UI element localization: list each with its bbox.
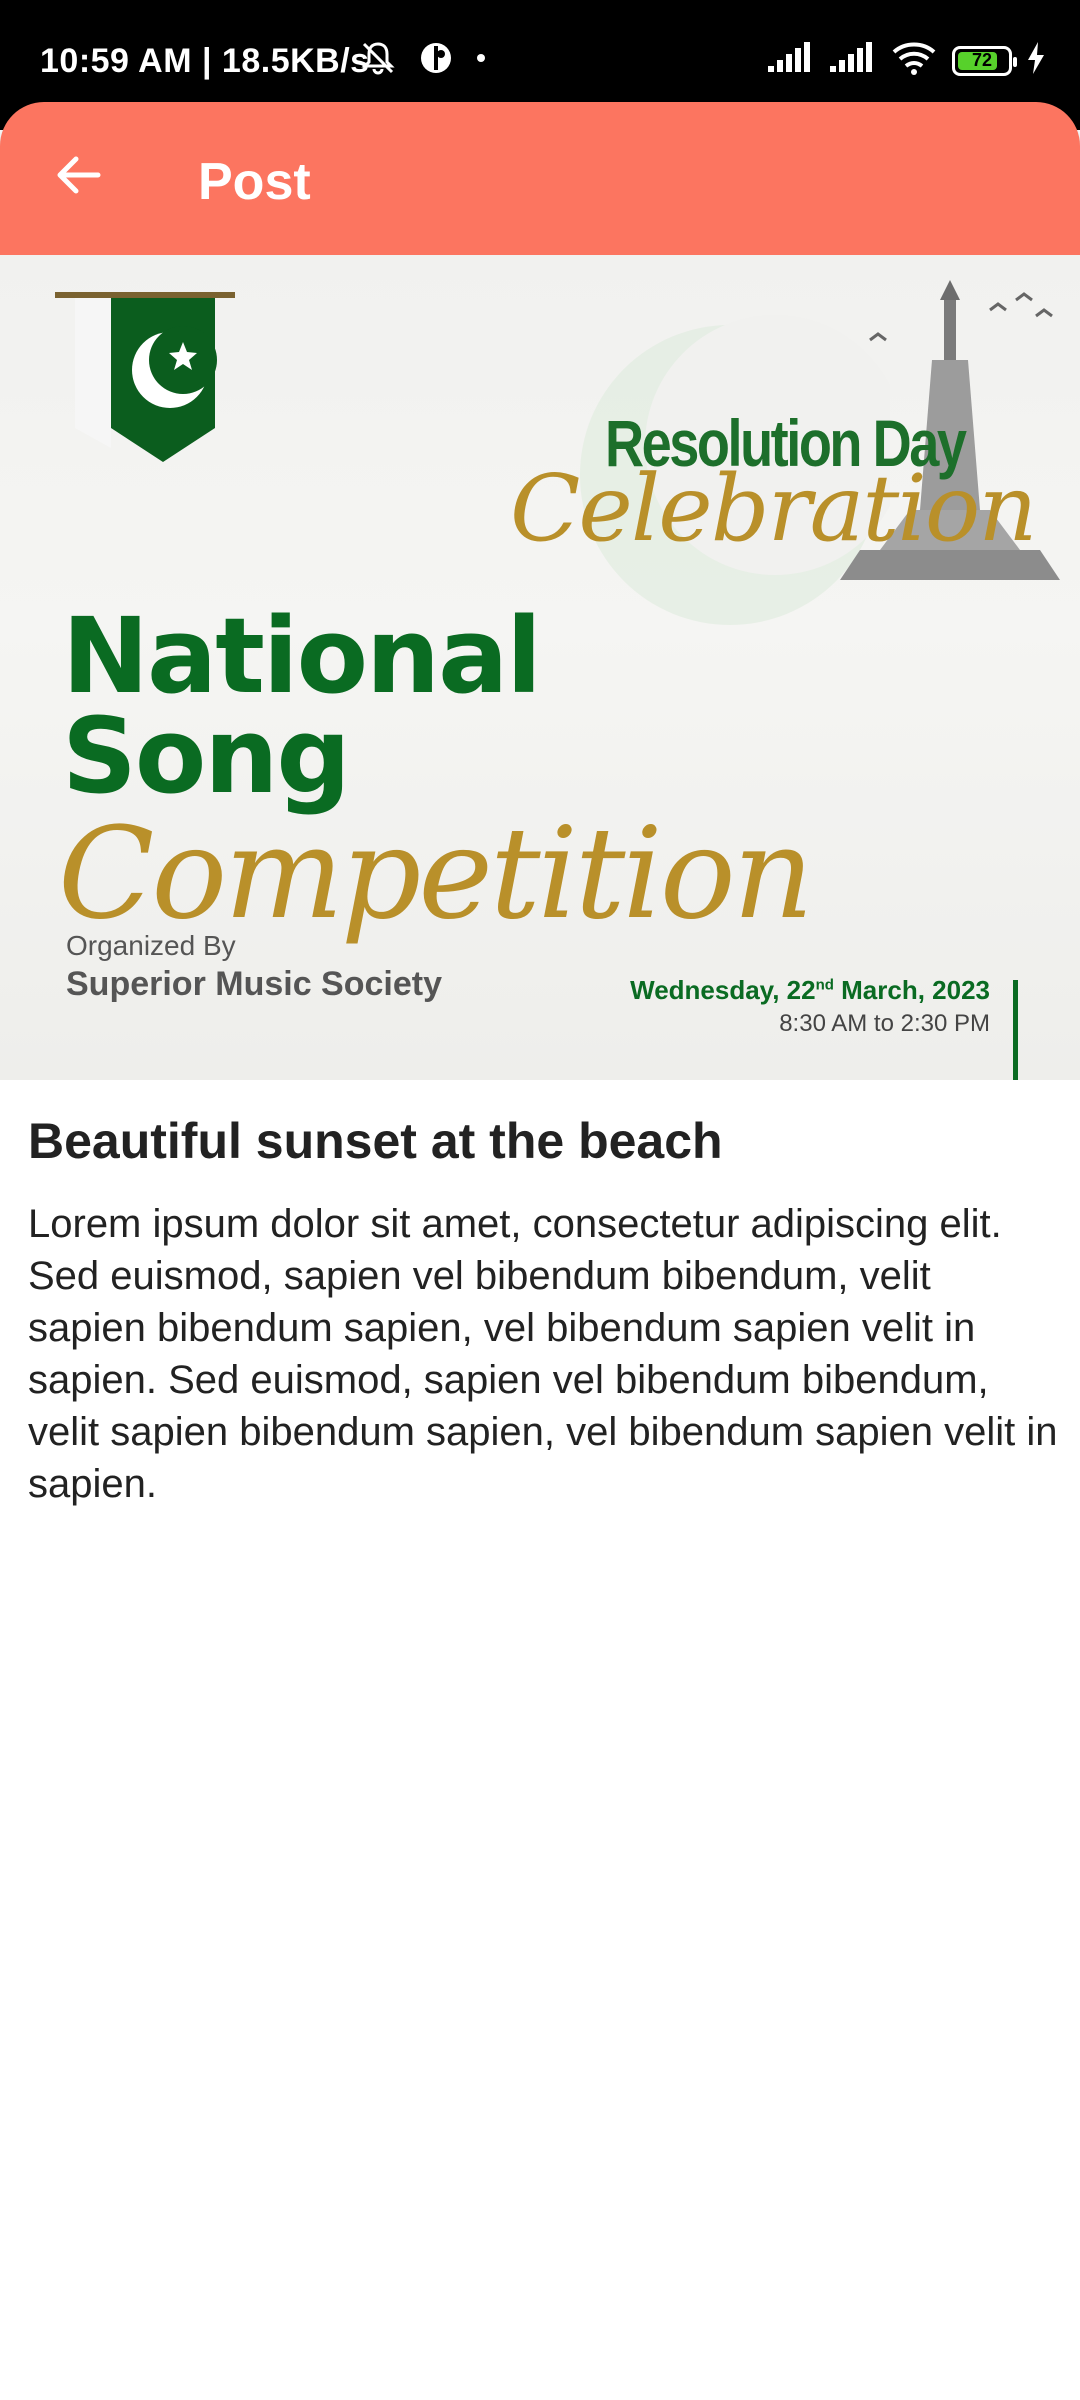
- badge-line2: Celebration: [510, 455, 1037, 562]
- event-date: Wednesday, 22nd March, 2023: [630, 975, 990, 1006]
- poster-title-line2: Song: [62, 695, 351, 817]
- arrow-left-icon: [57, 156, 101, 194]
- charging-icon: [1026, 42, 1046, 79]
- accent-bar: [1013, 980, 1018, 1080]
- event-date-suffix: nd: [815, 976, 834, 994]
- event-date-day: Wednesday, 22: [630, 975, 816, 1005]
- signal-icon: [766, 42, 814, 79]
- organized-by-label: Organized By: [66, 930, 236, 961]
- dot-icon: [474, 51, 488, 70]
- back-button[interactable]: [38, 135, 118, 215]
- mute-icon: [358, 38, 398, 83]
- post-body: Lorem ipsum dolor sit amet, consectetur …: [28, 1202, 1058, 1506]
- status-time-speed: 10:59 AM | 18.5KB/s: [40, 42, 370, 80]
- vpn-icon: [418, 40, 454, 81]
- status-icons-left: [358, 38, 488, 83]
- battery-icon: 72: [952, 45, 1017, 76]
- post-image: Resolution Day Celebration National Song…: [0, 255, 1080, 1080]
- organizer-name: Superior Music Society: [66, 965, 442, 1003]
- event-date-rest: March, 2023: [833, 975, 990, 1005]
- event-time: 8:30 AM to 2:30 PM: [779, 1010, 990, 1037]
- flag-icon: [55, 292, 235, 462]
- wifi-icon: [890, 40, 938, 81]
- page-title: Post: [198, 153, 311, 211]
- post-title: Beautiful sunset at the beach: [28, 1113, 723, 1169]
- battery-level: 72: [971, 50, 993, 70]
- status-icons-right: 72: [766, 40, 1046, 81]
- signal-icon: [828, 42, 876, 79]
- poster-title-script: Competition: [58, 800, 814, 947]
- app-bar: Post: [0, 102, 1080, 255]
